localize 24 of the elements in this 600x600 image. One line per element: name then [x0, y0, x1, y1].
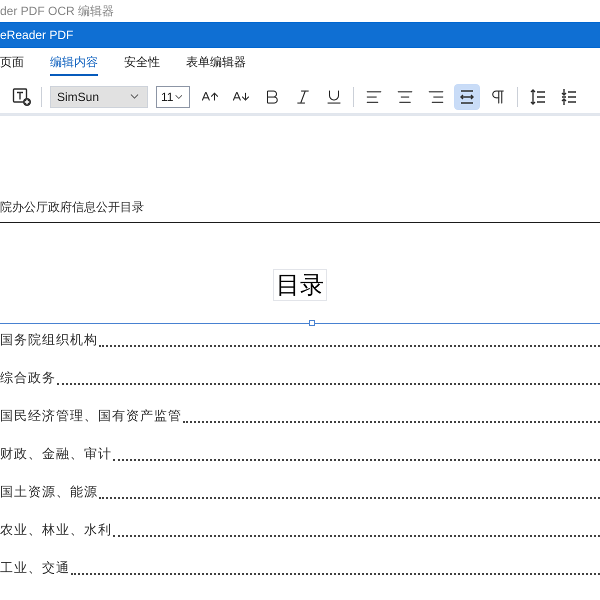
app-title: eReader PDF: [0, 27, 74, 44]
line-spacing-icon: [528, 88, 546, 106]
toc-entry: 国土资源、能源: [0, 484, 98, 502]
underline-icon: [324, 88, 342, 106]
toc-entry: 综合政务: [0, 370, 56, 388]
document-title: 目录: [273, 269, 327, 301]
add-text-icon: [12, 86, 32, 106]
font-select[interactable]: SimSun: [50, 86, 148, 108]
window-title: der PDF OCR 编辑器: [0, 3, 114, 20]
paragraph-spacing-icon: [560, 88, 578, 106]
toc-entry: 国民经济管理、国有资产监管: [0, 408, 182, 426]
document-header: 院办公厅政府信息公开目录: [0, 200, 144, 214]
toc-entry: 财政、金融、审计: [0, 446, 112, 464]
ribbon-tab[interactable]: 编辑内容: [50, 53, 98, 76]
ribbon-tab[interactable]: 表单编辑器: [186, 53, 246, 76]
toolbar-button[interactable]: [454, 84, 480, 110]
ribbon-tab[interactable]: 页面: [0, 53, 24, 76]
fit-width-icon: [458, 88, 476, 106]
ribbon-tab[interactable]: 安全性: [124, 53, 160, 76]
resize-handle[interactable]: [309, 320, 315, 326]
font-size-select[interactable]: 11: [156, 86, 190, 108]
toc-entry: 国务院组织机构: [0, 332, 98, 350]
toc-entry: 农业、林业、水利: [0, 522, 112, 540]
toc-entry: 工业、交通: [0, 560, 70, 578]
